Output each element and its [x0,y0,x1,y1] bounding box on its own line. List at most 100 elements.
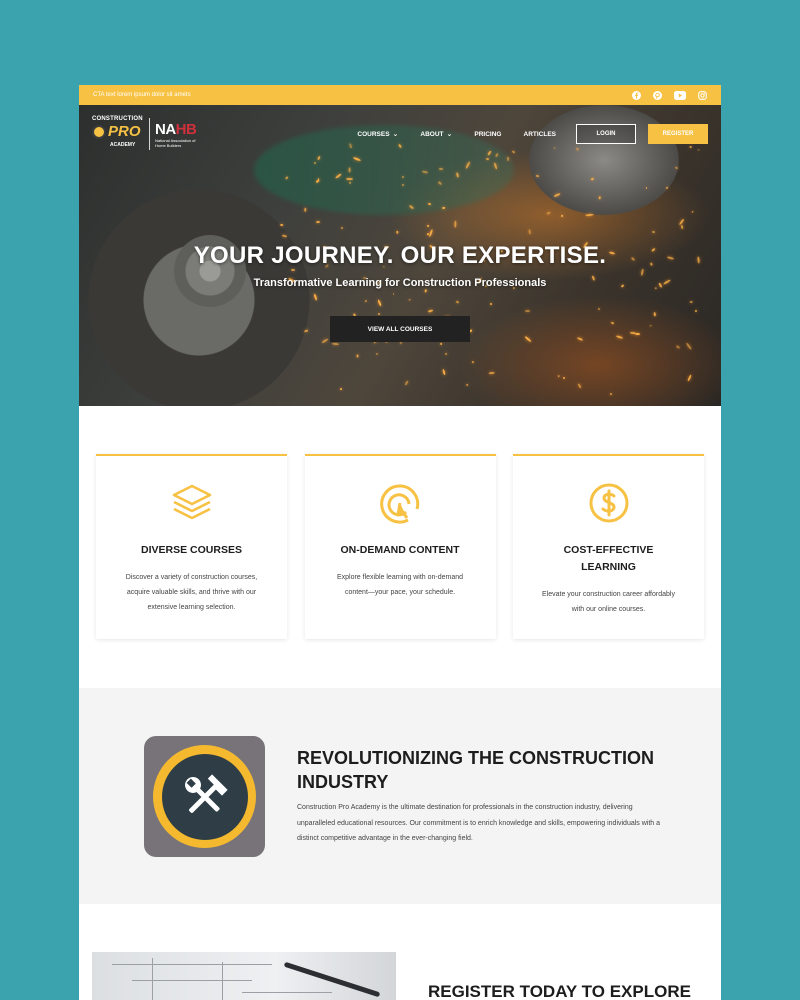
spark [438,167,444,170]
nahb-subtitle: National Association of Home Builders [155,137,196,148]
hero-section: CONSTRUCTION PRO ACADEMY NAHB National A… [79,105,721,406]
site-logo[interactable]: CONSTRUCTION PRO ACADEMY NAHB National A… [92,116,199,152]
spark [465,383,468,387]
spark [615,334,623,339]
chevron-down-icon: ⌄ [446,131,453,138]
facebook-icon[interactable] [632,90,641,100]
spark [376,299,382,307]
spark [597,308,600,311]
spark [375,352,378,355]
target-cursor-icon [376,481,424,525]
spark [356,354,359,358]
main-nav: COURSES ⌄ ABOUT ⌄ PRICING ARTICLES LOGIN R… [335,124,708,144]
hero-title: YOUR JOURNEY. OUR EXPERTISE. [193,242,607,269]
spark [528,229,532,236]
feature-text: Discover a variety of construction cours… [125,574,258,611]
spark [427,308,434,313]
spark [339,387,342,391]
spark [488,371,495,374]
spark [689,300,693,303]
spark [525,310,530,313]
spark [685,342,692,350]
spark [423,289,427,293]
dollar-icon [585,481,633,525]
view-all-courses-button[interactable]: VIEW ALL COURSES [330,316,470,342]
social-links [632,90,707,100]
spark [392,292,394,295]
spark [629,331,636,335]
spark [377,312,380,316]
nav-pricing[interactable]: PRICING [474,131,501,138]
nav-about-label: ABOUT [420,130,444,138]
about-text: Construction Pro Academy is the ultimate… [297,804,661,842]
spark [428,228,433,237]
spark [489,303,492,306]
feature-card-cost-effective-learning: COST-EFFECTIVE LEARNING Elevate your con… [513,454,704,639]
layers-icon [168,481,216,525]
spark [320,337,329,344]
spark [315,221,321,224]
spark [610,321,615,325]
spark [346,178,353,181]
spark [279,223,284,227]
logo-line-1: CONSTRUCTION [92,116,143,122]
spark [547,211,552,215]
top-bar: CTA text lorem ipsum dolor sit amets [79,85,721,105]
spark [442,369,446,376]
spark [340,227,343,230]
spark [651,230,655,234]
gear-icon [92,125,106,139]
nav-about[interactable]: ABOUT ⌄ [420,130,453,139]
construction-pro-academy-logo: CONSTRUCTION PRO ACADEMY [92,116,144,152]
spark [561,214,564,218]
spark [348,167,351,173]
about-section: REVOLUTIONIZING THE CONSTRUCTION INDUSTR… [79,688,721,904]
spark [524,335,532,343]
chevron-down-icon: ⌄ [392,131,399,138]
feature-card-diverse-courses: DIVERSE COURSES Discover a variety of co… [96,454,287,639]
spark [331,343,339,346]
spark [563,377,566,380]
feature-card-on-demand-content: ON-DEMAND CONTENT Explore flexible learn… [304,454,496,639]
spark [408,298,412,301]
spark [303,207,307,213]
spark [586,213,594,217]
spark [691,210,695,214]
spark [404,380,410,386]
logo-line-2: PRO [108,123,141,140]
nahb-mark-b: HB [175,120,197,138]
spark [557,374,560,378]
spark [676,344,681,349]
site-header: CONSTRUCTION PRO ACADEMY NAHB National A… [79,105,721,163]
login-button[interactable]: LOGIN [576,124,636,144]
spark [455,300,460,304]
features-row: DIVERSE COURSES Discover a variety of co… [96,454,704,639]
spark [535,174,539,178]
youtube-icon[interactable] [674,90,686,100]
spark [653,312,657,316]
hero-content: YOUR JOURNEY. OUR EXPERTISE. Transformat… [79,242,721,289]
spark [686,374,692,382]
feature-title: ON-DEMAND CONTENT [340,544,460,556]
nav-articles[interactable]: ARTICLES [524,131,557,138]
website-page: CTA text lorem ipsum dolor sit amets CON… [79,85,721,1000]
feature-text: Elevate your construction career afforda… [542,591,675,613]
spark [635,332,641,335]
spark [364,299,367,303]
nav-courses-label: COURSES [357,130,390,138]
spark [304,329,309,333]
pinterest-icon[interactable] [653,90,662,100]
spark [439,342,443,345]
spark [454,220,457,228]
spark [313,293,318,301]
spark [281,234,288,238]
blueprint-image [92,952,396,1000]
spark [609,392,612,395]
nav-courses[interactable]: COURSES ⌄ [357,130,399,139]
register-button[interactable]: REGISTER [648,124,708,144]
nahb-mark-a: NA [155,120,176,138]
instagram-icon[interactable] [698,90,707,100]
register-heading: REGISTER TODAY TO EXPLORE [428,982,691,1000]
hammer-wrench-icon [144,736,265,857]
about-title: REVOLUTIONIZING THE CONSTRUCTION INDUSTR… [297,748,654,792]
